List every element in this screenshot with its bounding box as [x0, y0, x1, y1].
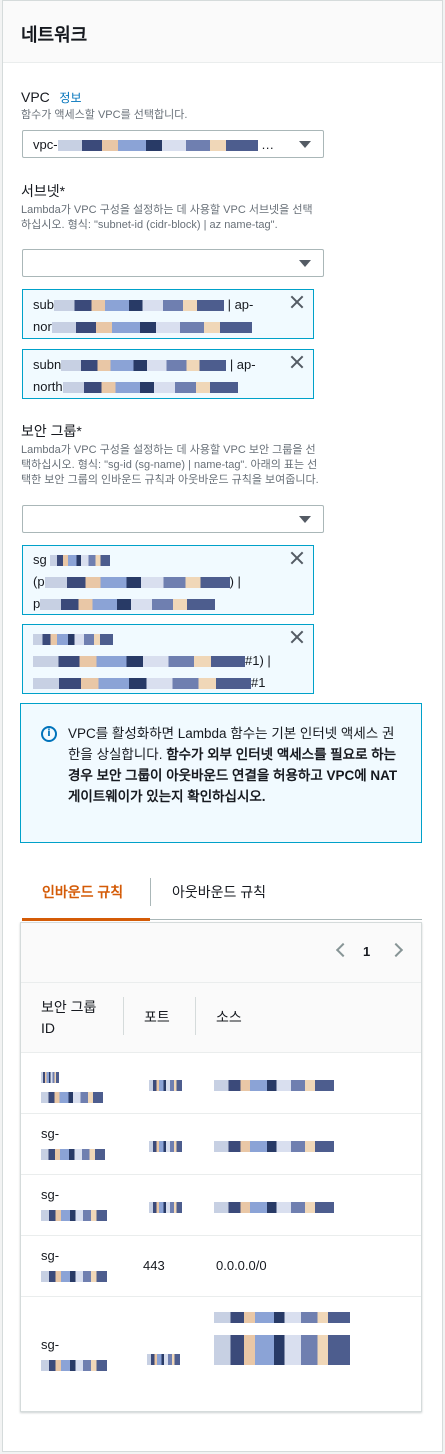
redacted-sg-id	[41, 1092, 103, 1104]
redacted-source	[214, 1312, 350, 1324]
column-header-security-group-id: 보안 그룹 ID	[41, 999, 97, 1036]
tab-inbound-rules[interactable]: 인바운드 규칙	[42, 882, 123, 902]
security-group-id-cell: sg-	[41, 1124, 105, 1164]
chevron-left-icon[interactable]	[335, 942, 351, 958]
subnet-token: subn | ap- north	[22, 349, 314, 399]
column-header-port: 포트	[144, 1009, 170, 1025]
port-cell: 443	[143, 1258, 165, 1273]
source-cell: 0.0.0.0/0	[216, 1258, 267, 1273]
table-row: sg-	[21, 1114, 421, 1175]
subnet-token-text: subn | ap- north	[33, 357, 256, 394]
panel-title: 네트워크	[21, 25, 88, 45]
redacted-sg	[33, 634, 113, 646]
security-group-token: #1) | #1	[22, 624, 314, 694]
redacted-source	[214, 1202, 334, 1214]
security-group-token-text: sg (p) | p	[33, 552, 241, 611]
port-cell	[149, 1075, 182, 1095]
redacted-port	[147, 1354, 180, 1366]
inbound-rules-table: 1 보안 그룹 ID 포트 소스 sg- sg- sg- 443 0.0.0.0…	[20, 922, 422, 1412]
redacted-subnet	[53, 300, 224, 312]
security-group-select[interactable]	[22, 505, 324, 533]
rules-tabs: 인바운드 규칙 아웃바운드 규칙	[22, 870, 422, 921]
subnet-description: Lambda가 VPC 구성을 설정하는 데 사용할 VPC 서브넷을 선택하십…	[21, 204, 313, 231]
table-row	[21, 1053, 421, 1114]
security-group-id-cell: sg-	[41, 1335, 107, 1375]
remove-subnet-icon[interactable]	[289, 354, 305, 370]
security-group-description: Lambda가 VPC 구성을 설정하는 데 사용할 VPC 보안 그룹을 선택…	[21, 444, 319, 486]
chevron-down-icon	[299, 141, 311, 148]
chevron-down-icon	[299, 516, 311, 523]
security-group-token-text: #1) | #1	[33, 628, 273, 694]
vpc-section: VPC 정보 함수가 액세스할 VPC를 선택합니다.	[21, 89, 321, 123]
security-group-token: sg (p) | p	[22, 545, 314, 615]
tab-outbound-rules[interactable]: 아웃바운드 규칙	[172, 882, 266, 902]
redacted-sg-id	[41, 1271, 107, 1283]
source-cell	[214, 1075, 334, 1095]
info-icon: i	[41, 726, 57, 742]
redacted-port	[149, 1080, 182, 1092]
subnet-token-text: sub | ap- nor	[33, 297, 254, 334]
redacted-source	[214, 1141, 334, 1153]
column-divider	[195, 997, 196, 1035]
redacted-sg	[44, 577, 230, 589]
vpc-select[interactable]: vpc- …	[22, 130, 324, 158]
port-cell	[149, 1197, 182, 1217]
redacted-sg-id	[41, 1072, 59, 1084]
redacted-subnet	[62, 382, 238, 394]
security-group-section: 보안 그룹* Lambda가 VPC 구성을 설정하는 데 사용할 VPC 보안…	[21, 421, 321, 488]
redacted-source	[214, 1335, 350, 1365]
vpc-selected-value: vpc- …	[33, 137, 275, 152]
table-row: sg-	[21, 1297, 421, 1411]
redacted-subnet	[51, 322, 252, 334]
chevron-down-icon	[299, 260, 311, 267]
alert-text: VPC를 활성화하면 Lambda 함수는 기본 인터넷 액세스 권한을 상실합…	[68, 726, 398, 804]
redacted-sg-id	[41, 1210, 107, 1222]
redacted-port	[149, 1141, 182, 1153]
security-group-id-cell	[41, 1067, 103, 1107]
redacted-subnet	[61, 360, 227, 372]
redacted-sg	[33, 656, 245, 668]
security-group-label: 보안 그룹*	[21, 423, 82, 439]
redacted-sg-id	[41, 1149, 105, 1161]
port-cell	[147, 1349, 180, 1369]
redacted-vpc-id	[57, 140, 258, 152]
redacted-port	[149, 1202, 182, 1214]
source-cell	[214, 1136, 334, 1156]
security-group-id-cell: sg-	[41, 1185, 107, 1225]
remove-subnet-icon[interactable]	[289, 294, 305, 310]
active-tab-indicator	[22, 918, 150, 921]
column-divider	[123, 997, 124, 1035]
redacted-sg	[40, 599, 216, 611]
subnet-section: 서브넷* Lambda가 VPC 구성을 설정하는 데 사용할 VPC 서브넷을…	[21, 181, 321, 233]
subnet-select[interactable]	[22, 249, 324, 277]
vpc-info-link[interactable]: 정보	[59, 91, 81, 105]
redacted-source	[214, 1080, 334, 1092]
chevron-right-icon[interactable]	[388, 942, 404, 958]
vpc-label: VPC	[21, 89, 50, 105]
source-cell	[214, 1307, 364, 1365]
redacted-sg	[50, 555, 111, 567]
subnet-label: 서브넷*	[21, 183, 66, 199]
panel-header: 네트워크	[3, 1, 442, 63]
subnet-token: sub | ap- nor	[22, 289, 314, 339]
security-group-id-cell: sg-	[41, 1246, 107, 1286]
source-cell	[214, 1197, 334, 1217]
redacted-sg-id	[41, 1360, 107, 1372]
port-cell	[149, 1136, 182, 1156]
column-header-source: 소스	[216, 1009, 242, 1025]
current-page-number[interactable]: 1	[363, 944, 370, 959]
table-row: sg- 443 0.0.0.0/0	[21, 1236, 421, 1297]
table-row: sg-	[21, 1175, 421, 1236]
pagination: 1	[21, 923, 421, 983]
vpc-description: 함수가 액세스할 VPC를 선택합니다.	[21, 109, 188, 121]
remove-security-group-icon[interactable]	[289, 629, 305, 645]
tab-divider	[150, 878, 151, 906]
vpc-internet-access-alert: i VPC를 활성화하면 Lambda 함수는 기본 인터넷 액세스 권한을 상…	[20, 703, 422, 843]
redacted-sg	[33, 678, 251, 690]
remove-security-group-icon[interactable]	[289, 550, 305, 566]
table-header: 보안 그룹 ID 포트 소스	[21, 983, 421, 1053]
